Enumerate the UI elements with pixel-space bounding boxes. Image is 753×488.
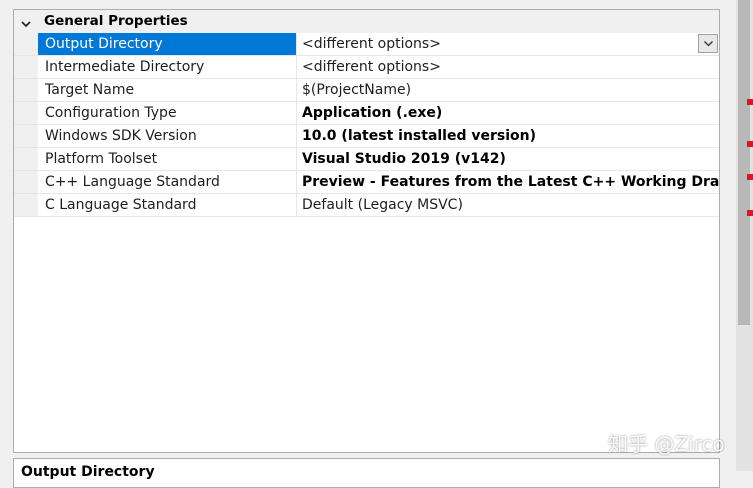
red-marker bbox=[747, 210, 753, 216]
property-name[interactable]: Intermediate Directory bbox=[38, 56, 297, 78]
dropdown-arrow-icon bbox=[704, 41, 713, 47]
property-value-intermediate-directory[interactable]: <different options> bbox=[297, 56, 719, 78]
property-rows: Output Directory <different options> Int… bbox=[14, 33, 719, 217]
property-name[interactable]: Windows SDK Version bbox=[38, 125, 297, 147]
property-row-windows-sdk-version[interactable]: Windows SDK Version 10.0 (latest install… bbox=[14, 125, 719, 148]
property-row-intermediate-directory[interactable]: Intermediate Directory <different option… bbox=[14, 56, 719, 79]
right-pane-scrollbar[interactable] bbox=[738, 0, 750, 325]
property-name[interactable]: Platform Toolset bbox=[38, 148, 297, 170]
property-value-configuration-type[interactable]: Application (.exe) bbox=[297, 102, 719, 124]
property-name[interactable]: C++ Language Standard bbox=[38, 171, 297, 193]
watermark: 知乎 @Zirco bbox=[608, 432, 725, 456]
property-name[interactable]: Output Directory bbox=[38, 33, 297, 55]
red-marker bbox=[747, 174, 753, 180]
property-value-platform-toolset[interactable]: Visual Studio 2019 (v142) bbox=[297, 148, 719, 170]
property-name[interactable]: Configuration Type bbox=[38, 102, 297, 124]
property-row-cpp-language-standard[interactable]: C++ Language Standard Preview - Features… bbox=[14, 171, 719, 194]
red-marker bbox=[747, 99, 753, 105]
property-value-target-name[interactable]: $(ProjectName) bbox=[297, 79, 719, 101]
property-name[interactable]: Target Name bbox=[38, 79, 297, 101]
property-row-platform-toolset[interactable]: Platform Toolset Visual Studio 2019 (v14… bbox=[14, 148, 719, 171]
property-row-configuration-type[interactable]: Configuration Type Application (.exe) bbox=[14, 102, 719, 125]
property-row-c-language-standard[interactable]: C Language Standard Default (Legacy MSVC… bbox=[14, 194, 719, 217]
output-directory-dropdown-button[interactable] bbox=[698, 34, 718, 53]
property-row-target-name[interactable]: Target Name $(ProjectName) bbox=[14, 79, 719, 102]
category-label: General Properties bbox=[44, 13, 188, 29]
red-marker bbox=[747, 141, 753, 147]
property-grid: General Properties Output Directory <dif… bbox=[13, 9, 720, 453]
property-value-c-language-standard[interactable]: Default (Legacy MSVC) bbox=[297, 194, 719, 216]
property-value-output-directory[interactable]: <different options> bbox=[297, 33, 719, 55]
property-name[interactable]: C Language Standard bbox=[38, 194, 297, 216]
category-header-general-properties[interactable]: General Properties bbox=[14, 10, 719, 33]
property-value-cpp-language-standard[interactable]: Preview - Features from the Latest C++ W… bbox=[297, 171, 719, 193]
chevron-down-icon[interactable] bbox=[20, 15, 32, 28]
description-panel: Output Directory bbox=[13, 458, 720, 488]
description-title: Output Directory bbox=[21, 464, 155, 480]
property-value-windows-sdk-version[interactable]: 10.0 (latest installed version) bbox=[297, 125, 719, 147]
property-row-output-directory[interactable]: Output Directory <different options> bbox=[14, 33, 719, 56]
